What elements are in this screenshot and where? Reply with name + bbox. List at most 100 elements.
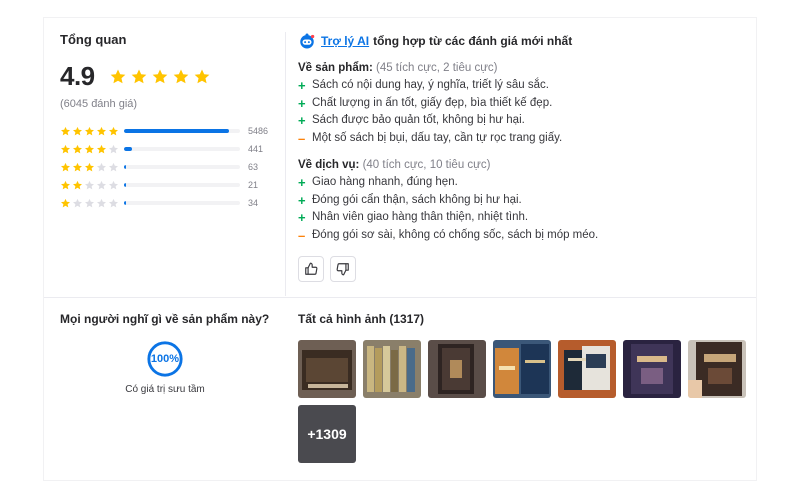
rating-row-stars: [60, 126, 120, 137]
star-icon: [97, 162, 106, 171]
review-count: (6045 đánh giá): [60, 98, 138, 110]
horizontal-divider: [44, 297, 756, 298]
product-section-count: (45 tích cực, 2 tiêu cực): [375, 62, 498, 74]
review-photo[interactable]: [428, 340, 486, 398]
star-icon: [73, 180, 82, 189]
star-icon: [85, 198, 94, 207]
rating-row-stars: [60, 198, 120, 209]
plus-icon: +: [298, 78, 306, 93]
rating-row: 441: [60, 140, 270, 158]
product-section: Về sản phẩm: (45 tích cực, 2 tiêu cực) +…: [298, 62, 738, 147]
book-photo-image: [298, 340, 356, 398]
rating-bar-fill: [124, 147, 133, 151]
star-icon: [110, 69, 126, 83]
service-summary-item: – Đóng gói sơ sài, không có chống sốc, sá…: [298, 227, 738, 245]
rating-row-count: 34: [248, 198, 259, 208]
vertical-divider: [285, 32, 286, 296]
more-photos-button[interactable]: +1309: [298, 405, 356, 463]
opinion-percent: 100%: [150, 353, 180, 365]
ai-heading-text: tổng hợp từ các đánh giá mới nhất: [373, 34, 573, 48]
overview-title: Tổng quan: [60, 32, 127, 47]
review-summary-card: Tổng quan 4.9 (6045 đánh giá) 5486 441 63 2…: [44, 18, 756, 480]
service-section-count: (40 tích cực, 10 tiêu cực): [362, 159, 491, 171]
review-photo[interactable]: [623, 340, 681, 398]
rating-row-count: 441: [248, 144, 264, 154]
star-icon: [73, 162, 82, 171]
star-icon: [109, 198, 118, 207]
review-photo[interactable]: [363, 340, 421, 398]
photo-grid: +1309: [298, 340, 748, 463]
like-button[interactable]: [298, 256, 324, 282]
star-icon: [97, 144, 106, 153]
rating-overview: Tổng quan 4.9 (6045 đánh giá) 5486 441 63 2…: [60, 32, 270, 212]
rating-row-stars: [60, 144, 120, 155]
rating-row-count: 63: [248, 162, 259, 172]
service-summary-item: + Nhân viên giao hàng thân thiện, nhiệt t…: [298, 209, 738, 227]
star-icon: [61, 126, 70, 135]
rating-bar: [124, 147, 240, 151]
thumbs-down-icon: [336, 263, 349, 276]
star-icon: [97, 180, 106, 189]
service-summary-item: + Giao hàng nhanh, đúng hẹn.: [298, 174, 738, 192]
review-photo[interactable]: [688, 340, 746, 398]
ai-assistant-link[interactable]: Trợ lý AI: [321, 34, 369, 48]
rating-bar: [124, 201, 240, 205]
summary-item-text: Chất lượng in ấn tốt, giấy đẹp, bìa thiế…: [312, 96, 553, 109]
book-photo-image: [493, 340, 551, 398]
dislike-button[interactable]: [330, 256, 356, 282]
star-icon: [109, 126, 118, 135]
rating-row: 5486: [60, 122, 270, 140]
rating-bar: [124, 165, 240, 169]
average-stars: [109, 68, 211, 86]
star-icon: [109, 162, 118, 171]
summary-item-text: Sách được bảo quản tốt, không bị hư hại.: [312, 114, 525, 126]
star-icon: [85, 180, 94, 189]
summary-item-text: Giao hàng nhanh, đúng hẹn.: [312, 176, 458, 188]
rating-bar-fill: [124, 165, 126, 169]
star-icon: [152, 69, 168, 83]
review-photo[interactable]: [493, 340, 551, 398]
ai-assistant-icon: [300, 33, 315, 49]
rating-row-stars: [60, 180, 120, 191]
service-section: Về dịch vụ: (40 tích cực, 10 tiêu cực) +…: [298, 159, 738, 244]
star-icon: [85, 162, 94, 171]
rating-bar: [124, 129, 240, 133]
rating-distribution: 5486 441 63 21 34: [60, 122, 270, 212]
photo-gallery: Tất cả hình ảnh (1317) +1309: [298, 312, 748, 463]
opinion-section: Mọi người nghĩ gì về sản phẩm này? 100% …: [60, 312, 270, 395]
review-photo[interactable]: [298, 340, 356, 398]
summary-item-text: Đóng gói sơ sài, không có chống sốc, sác…: [312, 228, 599, 241]
book-photo-image: [363, 340, 421, 398]
minus-icon: –: [298, 227, 306, 243]
rating-row: 63: [60, 158, 270, 176]
star-icon: [109, 144, 118, 153]
product-summary-item: – Một số sách bị bụi, dấu tay, cần tự rọc…: [298, 130, 738, 148]
opinion-title: Mọi người nghĩ gì về sản phẩm này?: [60, 312, 270, 326]
plus-icon: +: [298, 175, 306, 190]
star-icon: [61, 144, 70, 153]
star-icon: [97, 126, 106, 135]
summary-item-text: Một số sách bị bụi, dấu tay, cần tự rọc …: [312, 131, 563, 144]
star-icon: [61, 198, 70, 207]
star-icon: [85, 126, 94, 135]
plus-icon: +: [298, 192, 306, 208]
summary-item-text: Đóng gói cẩn thận, sách không bị hư hại.: [312, 193, 522, 206]
rating-row-count: 21: [248, 180, 259, 190]
rating-row-count: 5486: [248, 126, 269, 136]
rating-row: 34: [60, 194, 270, 212]
opinion-percent-ring: 100%: [146, 340, 184, 378]
rating-row-stars: [60, 162, 120, 173]
plus-icon: +: [298, 113, 306, 128]
book-photo-image: [688, 340, 746, 398]
opinion-label: Có giá trị sưu tầm: [125, 384, 205, 395]
rating-bar-fill: [124, 201, 126, 205]
book-photo-image: [558, 340, 616, 398]
star-icon: [61, 162, 70, 171]
review-photo[interactable]: [558, 340, 616, 398]
service-section-label: Về dịch vụ:: [298, 159, 360, 171]
thumbs-up-icon: [305, 262, 318, 275]
rating-bar: [124, 183, 240, 187]
more-photos-label: +1309: [307, 426, 347, 442]
feedback-buttons: [298, 256, 738, 282]
star-icon: [173, 69, 189, 83]
